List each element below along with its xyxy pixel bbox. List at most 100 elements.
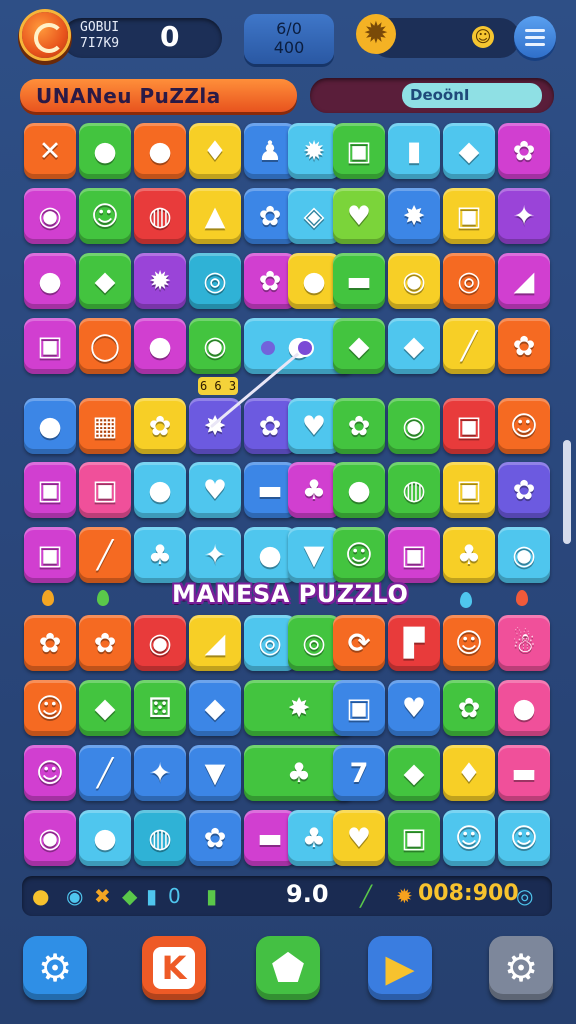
tile-orb[interactable]: ● bbox=[134, 318, 186, 374]
home-button[interactable]: ⬟ bbox=[256, 936, 320, 1000]
tile-ball[interactable]: ◉ bbox=[498, 527, 550, 583]
tile-smiley[interactable]: ☺ bbox=[24, 680, 76, 736]
tile-smiley[interactable]: ☺ bbox=[79, 188, 131, 244]
tile-lollipop[interactable]: ♦ bbox=[443, 745, 495, 801]
compass-icon[interactable]: ◎ bbox=[516, 882, 533, 910]
tile-block[interactable]: ▮ bbox=[388, 123, 440, 179]
tile-snowman[interactable]: ☃ bbox=[498, 615, 550, 671]
tile-orb[interactable]: ● bbox=[24, 253, 76, 309]
tile-gear[interactable]: ✿ bbox=[24, 615, 76, 671]
tile-balloon[interactable]: ◉ bbox=[189, 318, 241, 374]
mode-label: DeoönI bbox=[402, 83, 542, 108]
tile-gem[interactable]: ◆ bbox=[388, 318, 440, 374]
tile-lollipop[interactable]: ♦ bbox=[189, 123, 241, 179]
tile-gem[interactable]: ◆ bbox=[189, 680, 241, 736]
tile-apple[interactable]: ● bbox=[498, 680, 550, 736]
tile-box[interactable]: ▣ bbox=[443, 188, 495, 244]
tile-lemon[interactable]: ● bbox=[79, 810, 131, 866]
options-button[interactable]: ⚙ bbox=[489, 936, 553, 1000]
tile-flag[interactable]: ▛ bbox=[388, 615, 440, 671]
settings-button[interactable]: ⚙ bbox=[23, 936, 87, 1000]
smiley-icon: ☺ bbox=[472, 26, 494, 48]
gear-badge-icon[interactable]: ✹ bbox=[356, 14, 396, 54]
tile-pencil[interactable]: ╱ bbox=[79, 527, 131, 583]
tile-star[interactable]: ✸ bbox=[388, 188, 440, 244]
tile-balloon[interactable]: ◉ bbox=[388, 253, 440, 309]
tile-basket[interactable]: ♣ bbox=[443, 527, 495, 583]
tile-cube[interactable]: ▣ bbox=[333, 680, 385, 736]
tile-pencil[interactable]: ╱ bbox=[79, 745, 131, 801]
tile-pencil[interactable]: ╱ bbox=[443, 318, 495, 374]
tile-sun[interactable]: ✸ bbox=[189, 398, 241, 454]
tile-button[interactable]: ◍ bbox=[388, 462, 440, 518]
tile-clover[interactable]: ♣ bbox=[134, 527, 186, 583]
tile-shield[interactable]: ☺ bbox=[498, 398, 550, 454]
tile-swirl[interactable]: ⟳ bbox=[333, 615, 385, 671]
tile-flower[interactable]: ✿ bbox=[498, 123, 550, 179]
tile-spring[interactable]: ◍ bbox=[134, 810, 186, 866]
tile-lock[interactable]: ▣ bbox=[443, 462, 495, 518]
tile-heart[interactable]: ♥ bbox=[333, 810, 385, 866]
tile-flower[interactable]: ✿ bbox=[333, 398, 385, 454]
tile-smiley[interactable]: ☺ bbox=[24, 745, 76, 801]
tile-gem[interactable]: ◆ bbox=[443, 123, 495, 179]
menu-button[interactable] bbox=[514, 16, 556, 58]
tile-heart[interactable]: ♥ bbox=[189, 462, 241, 518]
tile-apple[interactable]: ● bbox=[134, 462, 186, 518]
tile-ring[interactable]: ◎ bbox=[189, 253, 241, 309]
tile-heart[interactable]: ♥ bbox=[333, 188, 385, 244]
tile-icecream[interactable]: ▼ bbox=[189, 745, 241, 801]
tile-ring[interactable]: ◯ bbox=[79, 318, 131, 374]
tile-cube[interactable]: ▣ bbox=[24, 527, 76, 583]
tile-bar[interactable]: ▬ bbox=[333, 253, 385, 309]
tile-gear[interactable]: ✿ bbox=[189, 810, 241, 866]
tile-gear[interactable]: ✿ bbox=[79, 615, 131, 671]
scrollbar-thumb[interactable] bbox=[563, 440, 571, 544]
tile-smiley[interactable]: ☺ bbox=[443, 615, 495, 671]
tile-star[interactable]: ✦ bbox=[189, 527, 241, 583]
tile-gem[interactable]: ◆ bbox=[79, 680, 131, 736]
tile-gear[interactable]: ✿ bbox=[498, 462, 550, 518]
tile-burger[interactable]: ▬ bbox=[498, 745, 550, 801]
tile-star[interactable]: ✦ bbox=[134, 745, 186, 801]
tile-cross[interactable]: ✕ bbox=[24, 123, 76, 179]
tile-kite[interactable]: ◢ bbox=[498, 253, 550, 309]
tile-smiley[interactable]: ☺ bbox=[333, 527, 385, 583]
tile-seven[interactable]: 7 bbox=[333, 745, 385, 801]
tile-smiley[interactable]: ☺ bbox=[498, 810, 550, 866]
tile-gear[interactable]: ✿ bbox=[498, 318, 550, 374]
tile-cloud[interactable]: ✿ bbox=[134, 398, 186, 454]
tile-dice[interactable]: ⚄ bbox=[134, 680, 186, 736]
tile-leaf[interactable]: ◢ bbox=[189, 615, 241, 671]
tile-gem[interactable]: ◆ bbox=[333, 318, 385, 374]
tile-cube[interactable]: ▣ bbox=[24, 462, 76, 518]
tile-candy[interactable]: ◉ bbox=[24, 188, 76, 244]
tile-box[interactable]: ▣ bbox=[388, 527, 440, 583]
back-button[interactable]: K bbox=[142, 936, 206, 1000]
tile-box[interactable]: ▣ bbox=[333, 123, 385, 179]
tile-candy[interactable]: ◉ bbox=[24, 810, 76, 866]
tile-box[interactable]: ▣ bbox=[388, 810, 440, 866]
tile-apple[interactable]: ● bbox=[333, 462, 385, 518]
play-button[interactable]: ▶ bbox=[368, 936, 432, 1000]
tile-heart[interactable]: ♥ bbox=[388, 680, 440, 736]
tile-orb[interactable]: ● bbox=[134, 123, 186, 179]
tile-gem[interactable]: ◆ bbox=[79, 253, 131, 309]
tile-box[interactable]: ▣ bbox=[443, 398, 495, 454]
tile-sparkle[interactable]: ✦ bbox=[498, 188, 550, 244]
tile-gift[interactable]: ▦ bbox=[79, 398, 131, 454]
pencil-icon: ╱ bbox=[360, 884, 373, 908]
tile-cube[interactable]: ▣ bbox=[79, 462, 131, 518]
tile-compass[interactable]: ◎ bbox=[443, 253, 495, 309]
tile-burst[interactable]: ✹ bbox=[134, 253, 186, 309]
tile-orb[interactable]: ● bbox=[24, 398, 76, 454]
tile-balloon[interactable]: ◉ bbox=[134, 615, 186, 671]
tile-gem[interactable]: ◆ bbox=[388, 745, 440, 801]
tile-flower[interactable]: ✿ bbox=[443, 680, 495, 736]
tile-button[interactable]: ◍ bbox=[134, 188, 186, 244]
tile-cube[interactable]: ▣ bbox=[24, 318, 76, 374]
tile-jar[interactable]: ▲ bbox=[189, 188, 241, 244]
tile-orb[interactable]: ● bbox=[79, 123, 131, 179]
tile-balloon[interactable]: ◉ bbox=[388, 398, 440, 454]
tile-smiley[interactable]: ☺ bbox=[443, 810, 495, 866]
